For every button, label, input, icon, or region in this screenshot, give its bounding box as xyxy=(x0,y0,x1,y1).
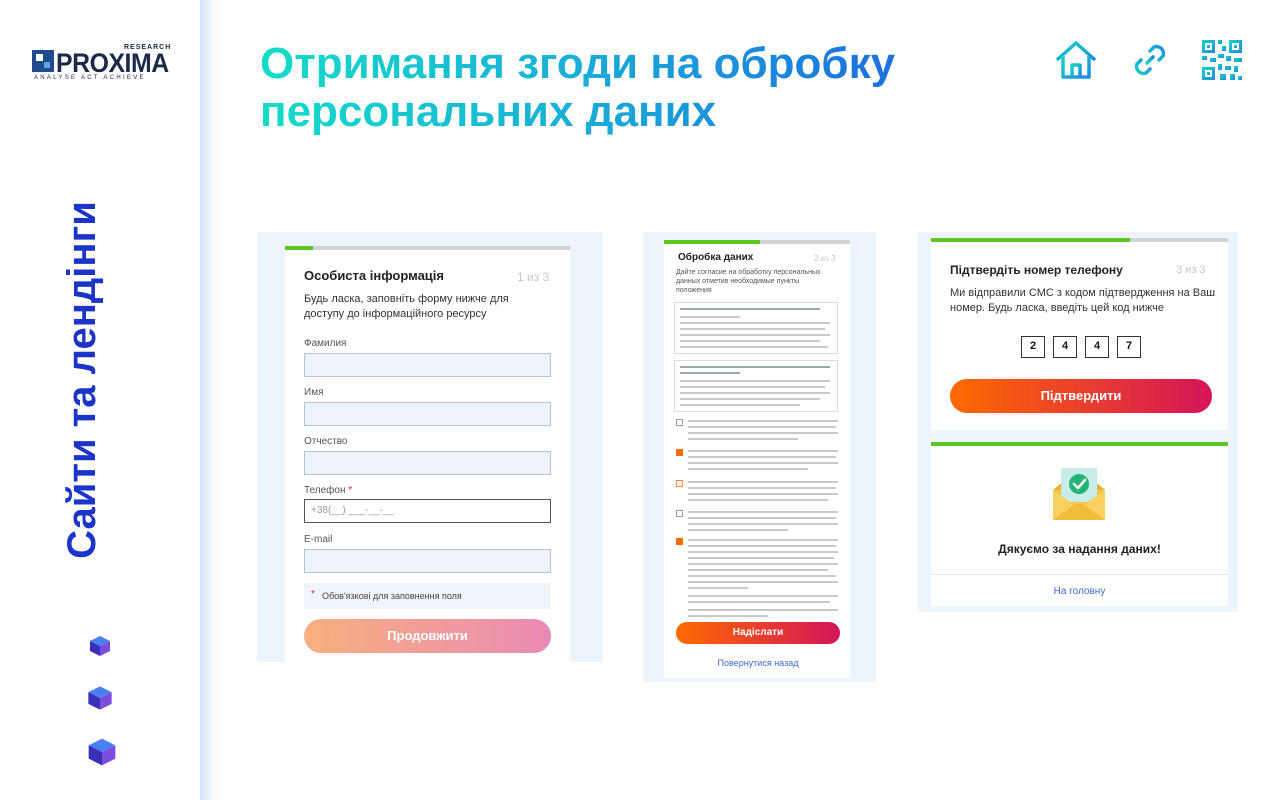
phone-input[interactable]: +38(__) ___-__-__ xyxy=(304,499,551,523)
sms-message: Ми відправили СМС з кодом підтвердження … xyxy=(950,287,1216,314)
consent-checkbox[interactable] xyxy=(676,419,683,426)
cube-icon xyxy=(88,738,116,766)
home-icon[interactable] xyxy=(1054,38,1098,82)
surname-input[interactable] xyxy=(304,353,551,377)
phone-label-text: Телефон xyxy=(304,485,346,496)
step-indicator: 2 из 3 xyxy=(814,254,836,263)
field-label: Отчество xyxy=(304,436,348,447)
field-label: E-mail xyxy=(304,534,333,545)
form-title: Особиста інформація xyxy=(304,268,444,283)
data-processing-card: Обробка даних 2 из 3 Дайте согласие на о… xyxy=(664,240,850,678)
progress-bar xyxy=(664,240,850,244)
patronymic-input[interactable] xyxy=(304,451,551,475)
consent-checkbox[interactable] xyxy=(676,538,683,545)
qr-code-icon[interactable] xyxy=(1200,38,1244,82)
form-title: Обробка даних xyxy=(678,252,754,263)
step-indicator: 1 из 3 xyxy=(517,270,550,284)
thank-you-card: Дякуємо за надання даних! На головну xyxy=(931,442,1228,606)
section-title: Сайти та лендінги xyxy=(60,201,104,559)
required-note-box: * Обов'язкові для заповнення поля xyxy=(304,583,551,609)
form-intro: Будь ласка, заповніть форму нижче для до… xyxy=(304,293,509,320)
confirm-title: Підтвердіть номер телефону xyxy=(950,263,1123,277)
step-indicator: 3 из 3 xyxy=(1176,264,1206,276)
name-input[interactable] xyxy=(304,402,551,426)
envelope-check-icon xyxy=(1053,468,1105,520)
page-title: Отримання згоди на обробку персональних … xyxy=(260,40,1020,136)
proxima-logo: RESEARCH PROXIMA ANALYSE ACT ACHIEVE xyxy=(32,44,172,84)
required-star: * xyxy=(348,485,353,496)
personal-info-card: Особиста інформація 1 из 3 Будь ласка, з… xyxy=(285,246,570,662)
progress-fill xyxy=(285,246,313,250)
code-digit-input[interactable]: 7 xyxy=(1117,336,1141,358)
document-scroll-box[interactable] xyxy=(674,360,838,412)
link-icon[interactable] xyxy=(1128,38,1172,82)
required-star: * xyxy=(311,589,315,600)
phone-placeholder: +38(__) ___-__-__ xyxy=(311,505,395,516)
submit-button[interactable]: Надіслати xyxy=(676,622,840,644)
logo-mark-icon xyxy=(32,50,54,72)
document-scroll-box[interactable] xyxy=(674,302,838,354)
code-digit-input[interactable]: 4 xyxy=(1085,336,1109,358)
sidebar: RESEARCH PROXIMA ANALYSE ACT ACHIEVE Сай… xyxy=(0,0,200,800)
home-link[interactable]: На головну xyxy=(931,586,1228,597)
logo-tagline: ANALYSE ACT ACHIEVE xyxy=(34,75,146,81)
consent-checkbox[interactable] xyxy=(676,449,683,456)
required-note: Обов'язкові для заповнення поля xyxy=(322,591,462,601)
cube-icon xyxy=(88,686,112,710)
top-icon-bar xyxy=(1054,38,1254,84)
divider xyxy=(931,574,1228,575)
back-link[interactable]: Повернутися назад xyxy=(676,658,840,668)
slide: RESEARCH PROXIMA ANALYSE ACT ACHIEVE Сай… xyxy=(0,0,1280,800)
code-digit-input[interactable]: 2 xyxy=(1021,336,1045,358)
thank-you-message: Дякуємо за надання даних! xyxy=(998,542,1161,556)
field-label: Фамилия xyxy=(304,338,347,349)
sidebar-shadow xyxy=(200,0,226,800)
cube-icon xyxy=(90,636,110,656)
confirm-button[interactable]: Підтвердити xyxy=(950,379,1212,413)
field-label: Телефон * xyxy=(304,485,352,496)
email-input[interactable] xyxy=(304,549,551,573)
progress-bar xyxy=(931,238,1228,242)
progress-bar xyxy=(931,442,1228,446)
progress-fill xyxy=(664,240,760,244)
code-digit-input[interactable]: 4 xyxy=(1053,336,1077,358)
continue-button[interactable]: Продовжити xyxy=(304,619,551,653)
consent-checkbox[interactable] xyxy=(676,480,683,487)
field-label: Имя xyxy=(304,387,324,398)
consent-checkbox[interactable] xyxy=(676,510,683,517)
progress-bar xyxy=(285,246,570,250)
phone-confirm-card: Підтвердіть номер телефону 3 из 3 Ми від… xyxy=(931,238,1228,430)
form-intro: Дайте согласие на обработку персональных… xyxy=(676,269,821,294)
progress-fill xyxy=(931,238,1130,242)
